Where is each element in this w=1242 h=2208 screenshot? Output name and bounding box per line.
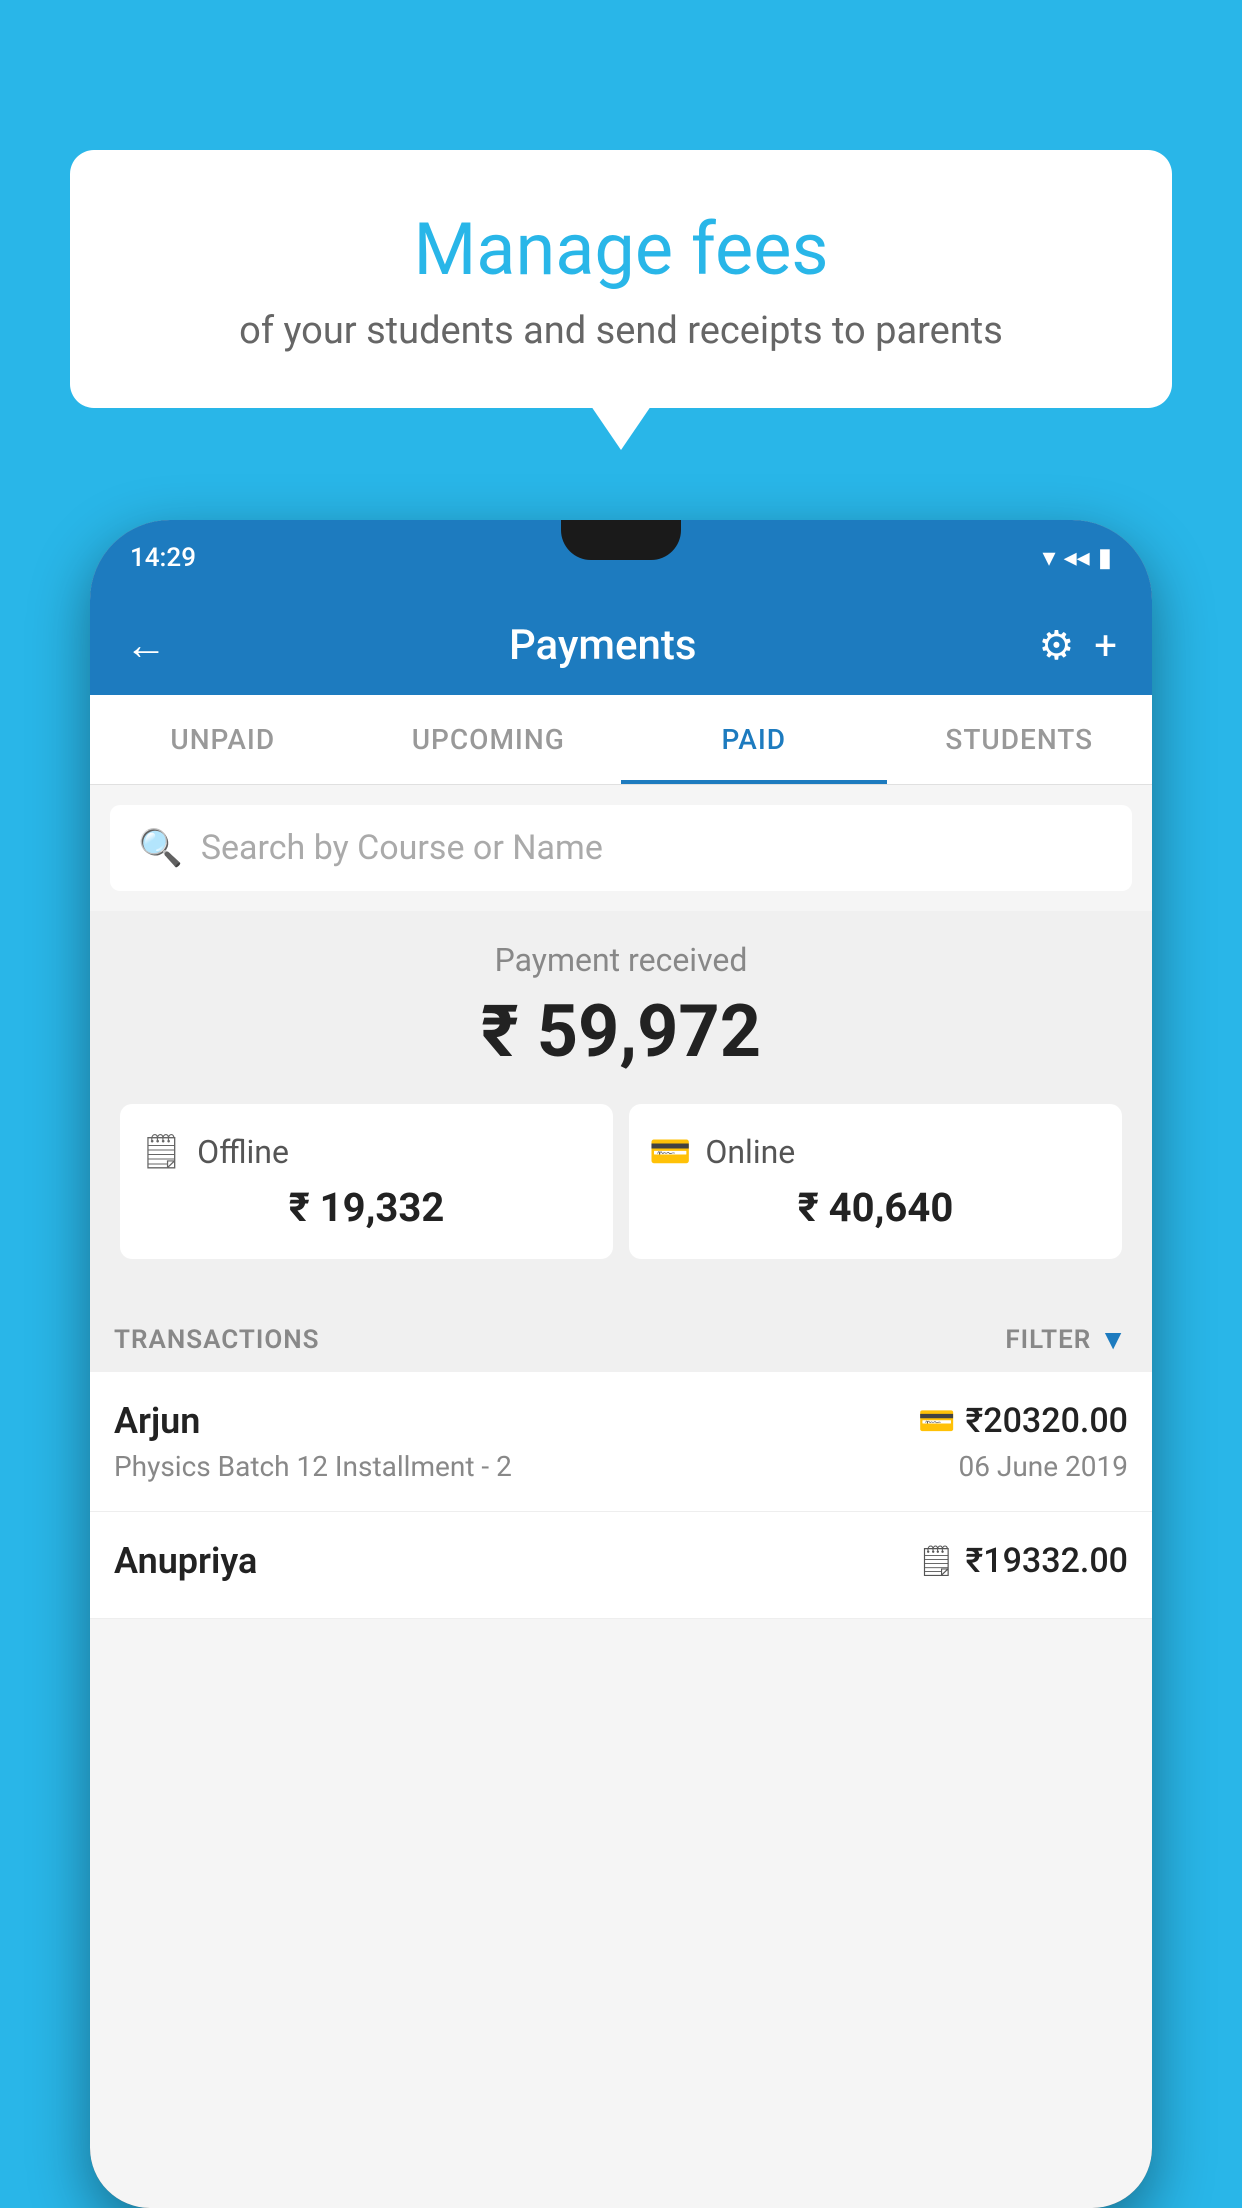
payment-received-amount: ₹ 59,972 xyxy=(110,989,1132,1074)
transaction-type-icon: 🗒 xyxy=(917,1544,955,1579)
wifi-icon: ▾ xyxy=(1043,543,1056,573)
transaction-amount: ₹19332.00 xyxy=(966,1541,1128,1581)
filter-button[interactable]: FILTER ▼ xyxy=(1005,1323,1128,1356)
online-label: Online xyxy=(705,1133,795,1171)
transaction-item[interactable]: Anupriya 🗒 ₹19332.00 xyxy=(90,1512,1152,1619)
transaction-type-icon: 💳 xyxy=(918,1404,955,1439)
offline-card-header: 🗒 Offline xyxy=(140,1132,593,1172)
offline-card: 🗒 Offline ₹ 19,332 xyxy=(120,1104,613,1259)
transaction-amount: ₹20320.00 xyxy=(966,1401,1128,1441)
offline-amount: ₹ 19,332 xyxy=(140,1184,593,1231)
transaction-amount-wrap: 💳 ₹20320.00 xyxy=(918,1401,1128,1441)
search-icon: 🔍 xyxy=(138,827,183,869)
online-card: 💳 Online ₹ 40,640 xyxy=(629,1104,1122,1259)
battery-icon: ▮ xyxy=(1098,543,1112,573)
screen-content: 🔍 Search by Course or Name Payment recei… xyxy=(90,785,1152,1619)
tabs-container: UNPAID UPCOMING PAID STUDENTS xyxy=(90,695,1152,785)
filter-label: FILTER xyxy=(1005,1325,1091,1355)
signal-icon: ◂◂ xyxy=(1064,543,1090,573)
course-info: Physics Batch 12 Installment - 2 xyxy=(114,1450,512,1483)
tab-students[interactable]: STUDENTS xyxy=(887,695,1153,784)
search-placeholder: Search by Course or Name xyxy=(201,828,603,868)
student-name: Anupriya xyxy=(114,1540,257,1582)
app-header: ← Payments ⚙ + xyxy=(90,595,1152,695)
page-title: Payments xyxy=(187,621,1018,670)
payment-cards: 🗒 Offline ₹ 19,332 💳 Online ₹ 40,640 xyxy=(110,1094,1132,1279)
status-icons: ▾ ◂◂ ▮ xyxy=(1043,543,1112,573)
transaction-row-1: Anupriya 🗒 ₹19332.00 xyxy=(114,1540,1128,1582)
payment-received-section: Payment received ₹ 59,972 🗒 Offline ₹ 19… xyxy=(90,911,1152,1299)
transactions-label: TRANSACTIONS xyxy=(114,1325,320,1355)
transaction-amount-wrap: 🗒 ₹19332.00 xyxy=(917,1541,1128,1581)
tab-paid[interactable]: PAID xyxy=(621,695,887,784)
transaction-date: 06 June 2019 xyxy=(958,1450,1128,1483)
offline-icon: 🗒 xyxy=(140,1132,183,1172)
settings-icon[interactable]: ⚙ xyxy=(1038,622,1074,669)
search-bar[interactable]: 🔍 Search by Course or Name xyxy=(110,805,1132,891)
tab-upcoming[interactable]: UPCOMING xyxy=(356,695,622,784)
tab-unpaid[interactable]: UNPAID xyxy=(90,695,356,784)
phone-frame: 14:29 ▾ ◂◂ ▮ ← Payments ⚙ + UNPAID UPCOM… xyxy=(90,520,1152,2208)
filter-icon: ▼ xyxy=(1099,1323,1128,1356)
online-amount: ₹ 40,640 xyxy=(649,1184,1102,1231)
payment-received-label: Payment received xyxy=(110,941,1132,979)
status-bar: 14:29 ▾ ◂◂ ▮ xyxy=(90,520,1152,595)
transaction-row-2: Physics Batch 12 Installment - 2 06 June… xyxy=(114,1450,1128,1483)
speech-bubble-container: Manage fees of your students and send re… xyxy=(70,150,1172,408)
back-button[interactable]: ← xyxy=(125,621,167,670)
speech-bubble: Manage fees of your students and send re… xyxy=(70,150,1172,408)
bubble-title: Manage fees xyxy=(120,210,1122,289)
offline-label: Offline xyxy=(197,1133,289,1171)
transaction-item[interactable]: Arjun 💳 ₹20320.00 Physics Batch 12 Insta… xyxy=(90,1372,1152,1512)
bubble-subtitle: of your students and send receipts to pa… xyxy=(120,309,1122,353)
online-card-header: 💳 Online xyxy=(649,1132,1102,1172)
status-time: 14:29 xyxy=(130,543,196,573)
transactions-header: TRANSACTIONS FILTER ▼ xyxy=(90,1299,1152,1372)
add-icon[interactable]: + xyxy=(1094,622,1117,669)
online-icon: 💳 xyxy=(649,1132,691,1172)
header-icons: ⚙ + xyxy=(1038,622,1117,669)
phone-notch xyxy=(561,520,681,560)
student-name: Arjun xyxy=(114,1400,200,1442)
transaction-row-1: Arjun 💳 ₹20320.00 xyxy=(114,1400,1128,1442)
